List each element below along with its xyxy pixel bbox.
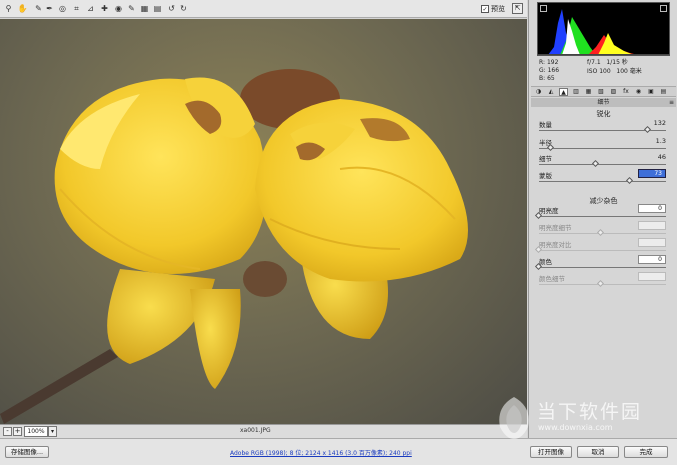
color-slider-track[interactable]	[539, 267, 666, 268]
amount-value[interactable]: 132	[636, 119, 666, 127]
color-field[interactable]: 0	[638, 255, 666, 264]
luminance-contrast-slider-track	[539, 250, 666, 251]
luminance-detail-slider-thumb	[596, 228, 605, 237]
rotate-cw-tool-icon[interactable]: ↻	[178, 3, 189, 14]
watermark-logo-icon	[499, 397, 529, 439]
luminance-contrast-label: 明亮度对比	[539, 241, 572, 249]
b-readout: B: 65	[539, 75, 555, 82]
rotate-ccw-tool-icon[interactable]: ↺	[166, 3, 177, 14]
luminance-label: 明亮度	[539, 207, 559, 215]
radius-slider-thumb[interactable]	[547, 143, 555, 152]
panel-tabs: ◑ ◭ ▲ ▥ ▦ ▧ ▨ fx ◉ ▣ ▤	[531, 86, 676, 97]
luminance-slider-track[interactable]	[539, 216, 666, 217]
luminance-contrast-field	[638, 238, 666, 247]
graduated-filter-tool-icon[interactable]: ▦	[139, 3, 150, 14]
exif-line-2: ISO 100 100 毫米	[587, 68, 642, 75]
panel-tab-7[interactable]: fx	[622, 88, 631, 96]
color-detail-slider-thumb	[596, 279, 605, 288]
g-readout: G: 166	[539, 67, 560, 74]
zoom-in-button[interactable]: +	[13, 427, 22, 436]
masking-field[interactable]: 73	[638, 169, 666, 178]
masking-slider-thumb[interactable]	[625, 176, 633, 185]
adjustment-brush-tool-icon[interactable]: ✎	[126, 3, 137, 14]
radius-slider-track[interactable]	[539, 148, 666, 149]
panel-header: 细节 ≡	[531, 98, 676, 107]
histogram	[537, 2, 670, 56]
save-image-button[interactable]: 存储图像...	[5, 446, 49, 458]
preview-label: 预览	[491, 5, 505, 13]
r-readout: R: 192	[539, 59, 559, 66]
done-button[interactable]: 完成	[624, 446, 668, 458]
preferences-tool-icon[interactable]: ▤	[152, 3, 163, 14]
panel-tab-8[interactable]: ◉	[634, 88, 643, 96]
amount-slider-thumb[interactable]	[644, 125, 652, 134]
zoom-out-button[interactable]: -	[3, 427, 12, 436]
luminance-detail-field	[638, 221, 666, 230]
right-flower	[255, 99, 468, 282]
readout-box: R: 192 G: 166 B: 65 f/7.1 1/15 秒 ISO 100…	[537, 59, 670, 84]
sharpen-section-title: 锐化	[596, 110, 611, 118]
toolbar: ⚲ ✋ ✎ ✒ ◎ ⌗ ⊿ ✚ ◉ ✎ ▦ ▤ ↺ ↻	[0, 0, 527, 18]
panel-tab-9[interactable]: ▣	[647, 88, 656, 96]
watermark-title: 当下软件园	[537, 401, 643, 423]
crop-tool-icon[interactable]: ⌗	[71, 3, 82, 14]
hand-tool-icon[interactable]: ✋	[17, 3, 28, 14]
image-status-bar: - + 100% ▾ xa001.JPG	[0, 424, 527, 438]
masking-label: 蒙版	[539, 172, 552, 180]
panel-tab-1[interactable]: ◭	[547, 88, 556, 96]
zoom-dropdown-icon[interactable]: ▾	[48, 426, 57, 437]
zoom-level-field[interactable]: 100%	[24, 426, 48, 437]
filename-label: xa001.JPG	[240, 427, 271, 434]
open-image-button[interactable]: 打开图像	[530, 446, 572, 458]
target-adjust-tool-icon[interactable]: ◎	[57, 3, 68, 14]
checkbox-box[interactable]: ✓	[481, 5, 489, 13]
masking-slider-track[interactable]	[539, 181, 666, 182]
straighten-tool-icon[interactable]: ⊿	[85, 3, 96, 14]
histogram-baseline	[538, 54, 669, 55]
zoom-tool-icon[interactable]: ⚲	[3, 3, 14, 14]
white-balance-tool-icon[interactable]: ✎	[33, 3, 44, 14]
spot-removal-tool-icon[interactable]: ✚	[99, 3, 110, 14]
color-detail-field	[638, 272, 666, 281]
detail-slider-track[interactable]	[539, 164, 666, 165]
panel-tab-5[interactable]: ▧	[597, 88, 606, 96]
panel-tab-10[interactable]: ▤	[659, 88, 668, 96]
panel-menu-icon[interactable]: ≡	[669, 98, 674, 107]
luminance-field[interactable]: 0	[638, 204, 666, 213]
luminance-detail-label: 明亮度细节	[539, 224, 572, 232]
highlight-clipping-icon[interactable]	[660, 5, 667, 12]
panel-tab-0[interactable]: ◑	[534, 88, 543, 96]
detail-value[interactable]: 46	[636, 153, 666, 161]
color-sampler-tool-icon[interactable]: ✒	[44, 3, 55, 14]
panel-title: 细节	[597, 99, 610, 106]
adjustments-panel: R: 192 G: 166 B: 65 f/7.1 1/15 秒 ISO 100…	[528, 0, 677, 438]
image-preview[interactable]	[0, 19, 527, 424]
panel-tab-6[interactable]: ▨	[609, 88, 618, 96]
fullscreen-icon[interactable]: ⇱	[512, 3, 523, 14]
detail-label: 细节	[539, 155, 552, 163]
cancel-button[interactable]: 取消	[577, 446, 619, 458]
radius-value[interactable]: 1.3	[636, 137, 666, 145]
panel-tab-2[interactable]: ▲	[559, 88, 568, 96]
amount-label: 数量	[539, 121, 552, 129]
panel-tab-4[interactable]: ▦	[584, 88, 593, 96]
watermark-url: www.downxia.com	[538, 423, 613, 432]
workflow-options-link[interactable]: Adobe RGB (1998); 8 位; 2124 x 1416 (3.0 …	[230, 448, 412, 457]
shadow-clipping-icon[interactable]	[540, 5, 547, 12]
watermark: 当下软件园 www.downxia.com	[492, 393, 677, 443]
exif-line-1: f/7.1 1/15 秒	[587, 59, 628, 66]
color-detail-label: 颜色细节	[539, 275, 565, 283]
stem	[0, 349, 118, 424]
red-eye-tool-icon[interactable]: ◉	[113, 3, 124, 14]
panel-tab-3[interactable]: ▥	[572, 88, 581, 96]
detail-slider-thumb[interactable]	[591, 159, 600, 168]
